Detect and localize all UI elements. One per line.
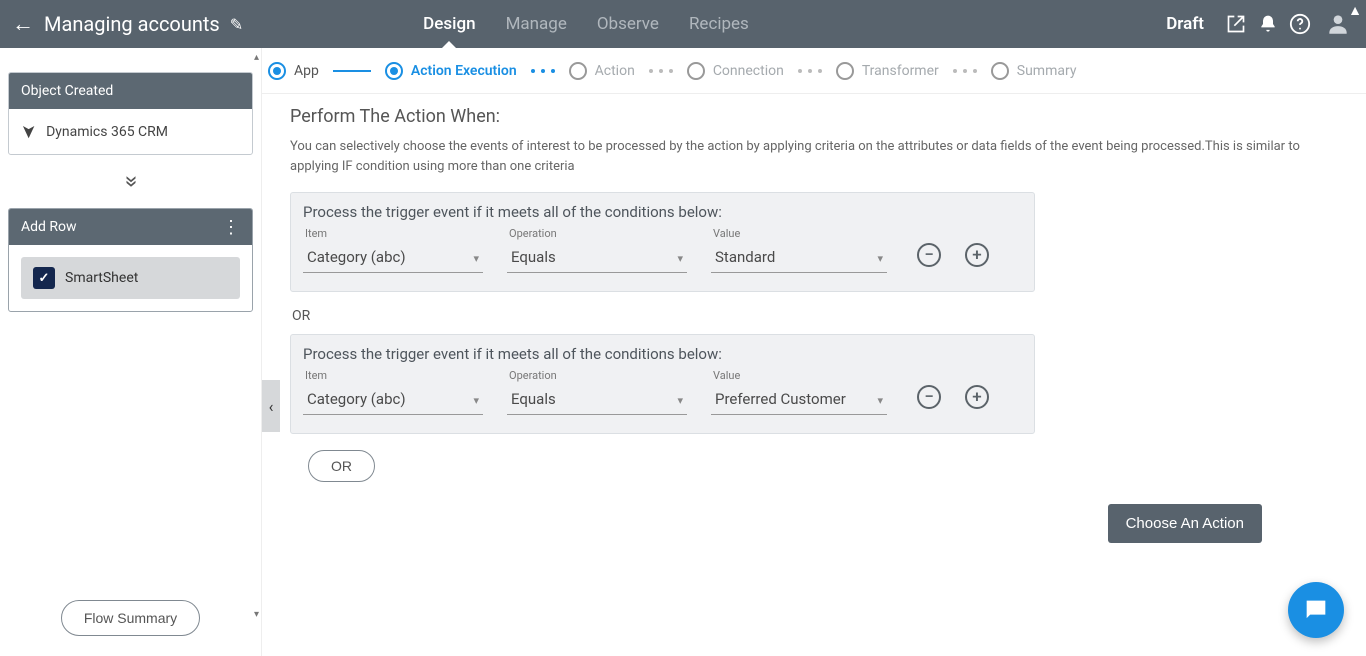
dynamics-icon: ➤ — [18, 124, 39, 139]
condition-block-title: Process the trigger event if it meets al… — [303, 345, 1022, 363]
condition-block: Process the trigger event if it meets al… — [290, 334, 1035, 434]
field-label-item: Item — [303, 227, 483, 240]
top-nav: Design Manage Observe Recipes — [423, 0, 749, 48]
field-label-value: Value — [711, 369, 887, 382]
scroll-down-icon[interactable]: ▾ — [254, 609, 259, 620]
item-select[interactable]: Category (abc) — [303, 384, 483, 415]
bell-icon[interactable] — [1252, 8, 1284, 40]
add-condition-icon[interactable]: + — [965, 385, 989, 409]
stepper-connector — [333, 70, 371, 72]
stepper-dots — [649, 69, 673, 73]
step-action[interactable]: Action — [569, 62, 635, 80]
item-select[interactable]: Category (abc) — [303, 242, 483, 273]
back-arrow-icon[interactable]: ← — [12, 11, 34, 37]
card-header: Add Row ⋮ — [9, 209, 252, 245]
smartsheet-icon: ✓ — [33, 267, 55, 289]
value-select[interactable]: Preferred Customer — [711, 384, 887, 415]
nav-design[interactable]: Design — [423, 0, 475, 48]
user-avatar-icon[interactable]: ▲ — [1322, 8, 1354, 40]
content: Perform The Action When: You can selecti… — [262, 94, 1366, 494]
step-action-execution[interactable]: Action Execution — [385, 62, 517, 80]
or-label: OR — [292, 308, 1338, 324]
field-label-item: Item — [303, 369, 483, 382]
nav-recipes[interactable]: Recipes — [689, 0, 749, 48]
warning-badge-icon: ▲ — [1348, 2, 1362, 19]
edit-icon[interactable]: ✎ — [230, 15, 243, 34]
source-label: Dynamics 365 CRM — [46, 124, 168, 140]
card-header: Object Created — [9, 73, 252, 109]
card-object-created[interactable]: Object Created ➤ Dynamics 365 CRM — [8, 72, 253, 155]
step-summary[interactable]: Summary — [991, 62, 1077, 80]
step-transformer[interactable]: Transformer — [836, 62, 939, 80]
operation-select[interactable]: Equals — [507, 384, 687, 415]
page-title: Managing accounts — [44, 12, 220, 36]
card-title: Object Created — [21, 83, 113, 99]
field-label-value: Value — [711, 227, 887, 240]
source-row[interactable]: ➤ Dynamics 365 CRM — [21, 121, 240, 142]
open-external-icon[interactable] — [1220, 8, 1252, 40]
nav-observe[interactable]: Observe — [597, 0, 659, 48]
collapse-sidebar-icon[interactable]: ‹ — [262, 380, 280, 432]
top-header: ← Managing accounts ✎ Design Manage Obse… — [0, 0, 1366, 48]
value-select[interactable]: Standard — [711, 242, 887, 273]
help-icon[interactable] — [1284, 8, 1316, 40]
operation-select[interactable]: Equals — [507, 242, 687, 273]
stepper-dots — [953, 69, 977, 73]
source-row-selected[interactable]: ✓ SmartSheet — [21, 257, 240, 299]
scroll-up-icon[interactable]: ▴ — [254, 52, 259, 63]
choose-action-button[interactable]: Choose An Action — [1108, 504, 1262, 543]
status-label: Draft — [1166, 14, 1204, 34]
section-title: Perform The Action When: — [290, 106, 1338, 127]
remove-condition-icon[interactable]: − — [917, 243, 941, 267]
card-add-row[interactable]: Add Row ⋮ ✓ SmartSheet — [8, 208, 253, 312]
flow-summary-button[interactable]: Flow Summary — [61, 600, 200, 636]
stepper: App Action Execution Action Connection T… — [262, 48, 1366, 94]
chat-icon[interactable] — [1288, 582, 1344, 638]
kebab-menu-icon[interactable]: ⋮ — [222, 223, 240, 232]
field-label-operation: Operation — [507, 369, 687, 382]
nav-manage[interactable]: Manage — [506, 0, 567, 48]
stepper-dots — [798, 69, 822, 73]
source-label: SmartSheet — [65, 270, 138, 286]
condition-block-title: Process the trigger event if it meets al… — [303, 203, 1022, 221]
field-label-operation: Operation — [507, 227, 687, 240]
stepper-dots — [531, 69, 555, 73]
sidebar: ▴ Object Created ➤ Dynamics 365 CRM Add … — [0, 48, 262, 656]
help-text: You can selectively choose the events of… — [290, 137, 1338, 176]
condition-block: Process the trigger event if it meets al… — [290, 192, 1035, 292]
add-condition-icon[interactable]: + — [965, 243, 989, 267]
step-app[interactable]: App — [268, 62, 319, 80]
remove-condition-icon[interactable]: − — [917, 385, 941, 409]
card-title: Add Row — [21, 219, 77, 235]
main-panel: App Action Execution Action Connection T… — [262, 48, 1366, 656]
flow-down-icon — [8, 171, 253, 194]
step-connection[interactable]: Connection — [687, 62, 784, 80]
or-button[interactable]: OR — [308, 450, 375, 482]
